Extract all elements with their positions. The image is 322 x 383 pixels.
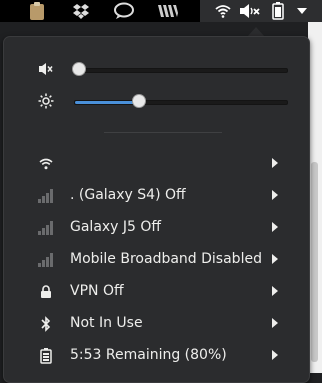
dropbox-icon[interactable] bbox=[70, 0, 92, 22]
menu-item-bluetooth[interactable]: Not In Use bbox=[4, 310, 309, 338]
submenu-arrow-icon bbox=[272, 318, 278, 328]
submenu-arrow-icon bbox=[272, 158, 278, 168]
vpn-lock-icon bbox=[38, 284, 54, 300]
submenu-arrow-icon bbox=[272, 190, 278, 200]
signal-bars-icon bbox=[38, 188, 54, 204]
menu-item-galaxy-s4[interactable]: . (Galaxy S4) Off bbox=[4, 182, 309, 210]
menu-item-label: Mobile Broadband Disabled bbox=[70, 251, 262, 267]
window-list-icon[interactable] bbox=[156, 0, 180, 22]
menu-item-battery[interactable]: 5:53 Remaining (80%) bbox=[4, 342, 309, 370]
battery-icon bbox=[38, 348, 54, 364]
battery-icon[interactable] bbox=[270, 0, 286, 22]
menu-item-label: Galaxy J5 Off bbox=[70, 219, 162, 235]
signal-bars-icon bbox=[38, 220, 54, 236]
dropdown-arrow-icon[interactable] bbox=[295, 0, 309, 22]
menu-item-galaxy-j5[interactable]: Galaxy J5 Off bbox=[4, 214, 309, 242]
clipboard-icon[interactable] bbox=[26, 0, 48, 22]
background-scrollbar bbox=[311, 162, 318, 362]
volume-muted-icon[interactable] bbox=[38, 61, 54, 77]
brightness-slider[interactable] bbox=[74, 100, 288, 105]
bluetooth-icon bbox=[38, 316, 54, 332]
brightness-icon bbox=[38, 93, 54, 109]
menu-item-label: Not In Use bbox=[70, 315, 143, 331]
submenu-arrow-icon bbox=[272, 222, 278, 232]
volume-muted-icon[interactable] bbox=[238, 0, 262, 22]
volume-slider[interactable] bbox=[74, 68, 288, 73]
submenu-arrow-icon bbox=[272, 254, 278, 264]
menu-item-label: VPN Off bbox=[70, 283, 124, 299]
submenu-arrow-icon bbox=[272, 286, 278, 296]
brightness-slider-fill bbox=[75, 101, 139, 104]
background-window-edge bbox=[308, 22, 322, 373]
wifi-icon[interactable] bbox=[214, 0, 232, 22]
signal-bars-icon bbox=[38, 252, 54, 268]
menu-item-wifi[interactable] bbox=[4, 150, 309, 178]
submenu-arrow-icon bbox=[272, 350, 278, 360]
system-menu: . (Galaxy S4) Off Galaxy J5 Off Mobile B… bbox=[3, 36, 310, 383]
menu-separator bbox=[104, 132, 222, 133]
top-panel bbox=[0, 0, 322, 22]
menu-item-mobile-broadband[interactable]: Mobile Broadband Disabled bbox=[4, 246, 309, 274]
brightness-slider-row bbox=[4, 91, 309, 111]
brightness-slider-knob[interactable] bbox=[131, 94, 146, 108]
wifi-icon bbox=[38, 156, 54, 172]
chat-bubble-icon[interactable] bbox=[112, 0, 136, 22]
menu-item-label: . (Galaxy S4) Off bbox=[70, 187, 186, 203]
volume-slider-knob[interactable] bbox=[72, 62, 87, 76]
menu-item-vpn[interactable]: VPN Off bbox=[4, 278, 309, 306]
menu-item-label: 5:53 Remaining (80%) bbox=[70, 347, 227, 363]
volume-slider-row bbox=[4, 59, 309, 79]
